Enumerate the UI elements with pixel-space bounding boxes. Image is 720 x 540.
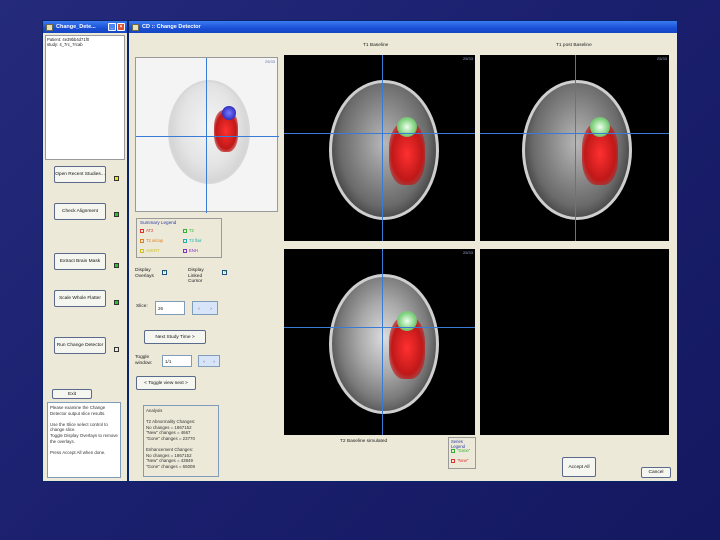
exit-button[interactable]: Exit <box>52 389 92 399</box>
legend-label-t2-flair: T2 flair <box>189 238 202 243</box>
legend-swatch-t2-wcap <box>140 238 144 243</box>
legend-swatch-t2 <box>183 228 187 233</box>
legend-item-enh: ENH <box>183 248 198 253</box>
small-window-titlebar[interactable]: Change_Dete... _ × <box>43 21 127 33</box>
status-indicator-mask <box>114 263 119 268</box>
legend-label-avert: AVERT <box>146 248 160 253</box>
series-label-gone: "Gone" <box>457 448 471 453</box>
t1-baseline-crosshair-v <box>382 55 383 241</box>
display-overlays-checkbox[interactable] <box>162 269 167 275</box>
t1-post-baseline-slice-counter: 25/33 <box>656 56 667 61</box>
series-swatch-new <box>451 458 455 463</box>
legend-item-t2: T2 <box>183 228 194 233</box>
t2-baseline-crosshair-h <box>284 327 475 328</box>
slice-input[interactable]: 26 <box>155 301 185 315</box>
status-indicator-scale <box>114 300 119 305</box>
app-icon <box>46 23 53 31</box>
slice-stepper[interactable]: ‹ › <box>192 301 218 315</box>
status-indicator-open <box>114 176 119 181</box>
legend-item-t2-wcap: T2 w/cap <box>140 238 163 243</box>
t2-baseline-crosshair-v <box>382 249 383 435</box>
cancel-button[interactable]: Cancel <box>641 467 671 478</box>
t1-baseline-slice-counter: 25/33 <box>462 56 473 61</box>
slice-up-icon[interactable]: › <box>210 306 212 311</box>
overview-panel[interactable]: 25/33 <box>135 57 279 213</box>
t1-baseline-crosshair-h <box>284 133 475 134</box>
t1-baseline-title: T1 Baseline <box>363 43 389 48</box>
check-alignment-button[interactable]: Check Alignment <box>54 203 106 220</box>
toggle-down-icon[interactable]: ‹ <box>203 359 205 364</box>
t1-post-baseline-crosshair-h <box>480 133 669 134</box>
series-swatch-gone <box>451 448 455 453</box>
legend-swatch-enh <box>183 248 187 253</box>
series-legend: Series Legend "Gone" "New" <box>448 437 476 469</box>
next-study-time-button[interactable]: Next Study Time > <box>144 330 206 344</box>
instructions-text: Please examine the Change Detector outpu… <box>47 402 121 478</box>
legend-label-t2-wcap: T2 w/cap <box>146 238 163 243</box>
overview-enhance <box>222 106 236 120</box>
t1-post-baseline-title: T1 post Baseline <box>556 43 592 48</box>
legend-item-at2: AT2 <box>140 228 153 233</box>
open-recent-studies-button[interactable]: Open Recent Studies... <box>54 166 106 183</box>
toggle-window-label: Toggle window: <box>135 355 153 366</box>
study-line: study: 4_7rc_7rcab <box>47 42 83 47</box>
legend-label-enh: ENH <box>189 248 198 253</box>
t2-baseline-title: T2 Baseline simulated <box>340 439 388 444</box>
status-indicator-run <box>114 347 119 352</box>
series-label-new: "New" <box>457 458 469 463</box>
toggle-view-button[interactable]: < Toggle view next > <box>136 376 196 390</box>
legend-item-avert: AVERT <box>140 248 160 253</box>
t1-baseline-view[interactable]: 25/33 <box>284 55 475 241</box>
series-item-gone: "Gone" <box>451 448 470 453</box>
overview-crosshair-h <box>136 136 279 137</box>
app-icon <box>132 23 139 31</box>
run-change-detector-button[interactable]: Run Change Detector <box>54 337 106 354</box>
scale-whole-flatter-button[interactable]: Scale Whole Flatter <box>54 290 106 307</box>
display-overlays-label: Display Overlays <box>135 268 154 279</box>
legend-swatch-avert <box>140 248 144 253</box>
main-window-titlebar[interactable]: CD :: Change Detector <box>129 21 677 33</box>
t1-post-baseline-crosshair-v <box>575 55 576 241</box>
small-window-title: Change_Dete... <box>56 24 96 30</box>
legend-label-at2: AT2 <box>146 228 154 233</box>
t1-baseline-enhancement <box>397 117 417 137</box>
analysis-text: Analysis T2 Abnormality Changes: No chan… <box>143 405 219 477</box>
summary-legend: Summary Legend AT2 T2 T2 w/cap T2 flair … <box>136 218 222 258</box>
slice-label: Slice: <box>136 304 148 309</box>
slice-down-icon[interactable]: ‹ <box>198 306 200 311</box>
display-cursor-checkbox[interactable] <box>222 269 228 275</box>
toggle-window-stepper[interactable]: ‹ › <box>198 355 220 367</box>
empty-view <box>480 249 669 435</box>
display-cursor-label: Display Linked Cursor <box>188 268 204 284</box>
legend-swatch-at2 <box>140 228 144 233</box>
legend-swatch-t2-flair <box>183 238 187 243</box>
t2-baseline-view[interactable]: 25/33 <box>284 249 475 435</box>
t1-post-baseline-view[interactable]: 25/33 <box>480 55 669 241</box>
main-window-title: CD :: Change Detector <box>142 24 201 30</box>
patient-info-box: Patient: 4e39bb4d71f0 study: 4_7rc_7rcab <box>45 35 125 160</box>
overview-slice-counter: 25/33 <box>264 59 275 64</box>
toggle-window-input[interactable]: 1/1 <box>162 355 192 367</box>
toggle-up-icon[interactable]: › <box>213 359 215 364</box>
series-item-new: "New" <box>451 458 468 463</box>
summary-legend-title: Summary Legend <box>140 220 177 225</box>
legend-label-t2: T2 <box>189 228 194 233</box>
close-button[interactable]: × <box>117 23 125 31</box>
t1-post-baseline-enhancement <box>590 117 610 137</box>
status-indicator-alignment <box>114 212 119 217</box>
t2-baseline-slice-counter: 25/33 <box>462 250 473 255</box>
extract-brain-mask-button[interactable]: Extract Brain Mask <box>54 253 106 270</box>
legend-item-t2-flair: T2 flair <box>183 238 202 243</box>
t2-baseline-enhancement <box>397 311 417 331</box>
accept-all-button[interactable]: Accept All <box>562 457 596 477</box>
minimize-button[interactable]: _ <box>108 23 116 31</box>
